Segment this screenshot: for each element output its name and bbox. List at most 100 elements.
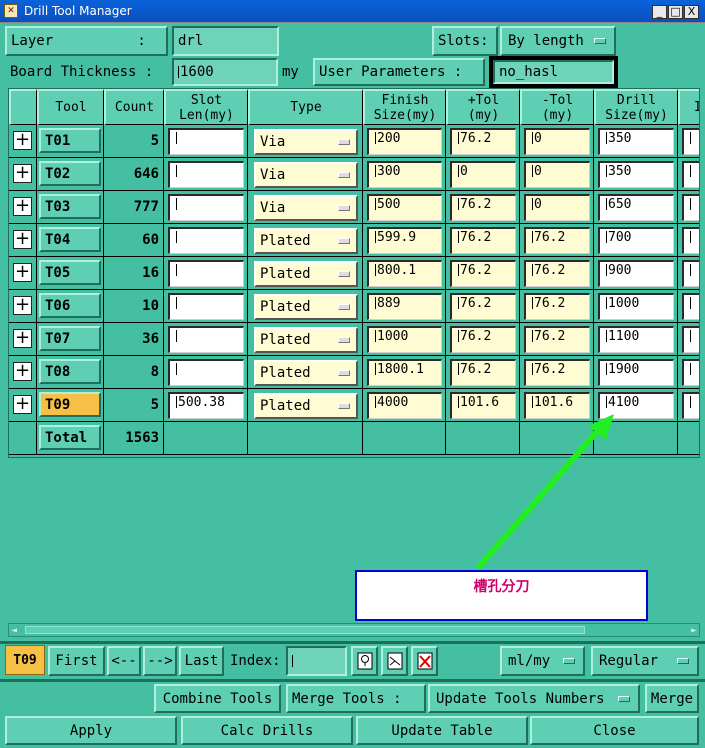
slot-length-input[interactable]: 500.38 [168, 392, 244, 419]
board-thickness-field[interactable]: 1600 [172, 58, 278, 86]
expand-icon[interactable]: + [13, 131, 32, 150]
plus-tol-input[interactable]: 76.2 [450, 359, 516, 386]
prev-button[interactable]: <-- [107, 646, 141, 676]
type-dropdown[interactable]: Via [254, 129, 358, 155]
delete-button[interactable] [411, 646, 438, 676]
slot-length-input[interactable] [168, 260, 244, 287]
tool-button[interactable]: T06 [39, 293, 101, 318]
tool-button[interactable]: T01 [39, 128, 101, 153]
header-count[interactable]: Count [104, 89, 164, 125]
header-slot-len[interactable]: Slot Len(my) [164, 89, 248, 125]
expand-icon[interactable]: + [13, 329, 32, 348]
extra-column-input[interactable] [682, 293, 699, 320]
drill-size-input[interactable]: 1900 [598, 359, 674, 386]
tool-button[interactable]: T07 [39, 326, 101, 351]
type-dropdown[interactable]: Via [254, 162, 358, 188]
drill-size-input[interactable]: 350 [598, 128, 674, 155]
plus-tol-input[interactable]: 76.2 [450, 293, 516, 320]
combine-tools-button[interactable]: Combine Tools [154, 684, 281, 713]
tool-button[interactable]: T09 [39, 392, 101, 417]
drill-size-input[interactable]: 650 [598, 194, 674, 221]
drill-size-input[interactable]: 900 [598, 260, 674, 287]
index-field[interactable] [286, 646, 347, 676]
minus-tol-input[interactable]: 76.2 [524, 326, 590, 353]
plus-tol-input[interactable]: 76.2 [450, 194, 516, 221]
expand-icon[interactable]: + [13, 197, 32, 216]
expand-icon[interactable]: + [13, 362, 32, 381]
slot-length-input[interactable] [168, 128, 244, 155]
type-dropdown[interactable]: Plated [254, 261, 358, 287]
slot-length-input[interactable] [168, 359, 244, 386]
extra-column-input[interactable] [682, 161, 699, 188]
extra-column-input[interactable] [682, 392, 699, 419]
plus-tol-input[interactable]: 76.2 [450, 227, 516, 254]
minus-tol-input[interactable]: 76.2 [524, 359, 590, 386]
finish-size-input[interactable]: 889 [367, 293, 442, 320]
header-extra[interactable]: I [678, 89, 699, 125]
scroll-left-icon[interactable]: ◄ [11, 625, 17, 636]
minus-tol-input[interactable]: 101.6 [524, 392, 590, 419]
header-drill-size[interactable]: Drill Size(my) [594, 89, 678, 125]
minus-tol-input[interactable]: 76.2 [524, 227, 590, 254]
merge-button[interactable]: Merge [645, 684, 699, 713]
slot-length-input[interactable] [168, 293, 244, 320]
layer-field[interactable]: drl [172, 26, 279, 56]
extra-column-input[interactable] [682, 326, 699, 353]
close-window-button[interactable]: X [684, 5, 699, 19]
expand-icon[interactable]: + [13, 230, 32, 249]
minimize-button[interactable]: _ [652, 5, 667, 19]
close-button[interactable]: Close [530, 716, 699, 745]
plus-tol-input[interactable]: 0 [450, 161, 516, 188]
finish-size-input[interactable]: 599.9 [367, 227, 442, 254]
units-dropdown[interactable]: ml/my [500, 646, 585, 676]
extra-column-input[interactable] [682, 260, 699, 287]
plus-tol-input[interactable]: 76.2 [450, 260, 516, 287]
maximize-button[interactable]: □ [668, 5, 683, 19]
plus-tol-input[interactable]: 101.6 [450, 392, 516, 419]
tool-button[interactable]: T08 [39, 359, 101, 384]
header-minus-tol[interactable]: -Tol (my) [520, 89, 594, 125]
expand-icon[interactable]: + [13, 164, 32, 183]
tool-button[interactable]: T03 [39, 194, 101, 219]
expand-icon[interactable]: + [13, 395, 32, 414]
slot-length-input[interactable] [168, 227, 244, 254]
finish-size-input[interactable]: 1800.1 [367, 359, 442, 386]
slot-length-input[interactable] [168, 161, 244, 188]
header-type[interactable]: Type [248, 89, 363, 125]
update-table-button[interactable]: Update Table [356, 716, 528, 745]
minus-tol-input[interactable]: 0 [524, 161, 590, 188]
type-dropdown[interactable]: Plated [254, 327, 358, 353]
minus-tol-input[interactable]: 0 [524, 128, 590, 155]
finish-size-input[interactable]: 4000 [367, 392, 442, 419]
user-parameters-field[interactable]: no_hasl [493, 60, 614, 84]
lightbulb-button[interactable] [351, 646, 378, 676]
tool-button[interactable]: T02 [39, 161, 101, 186]
header-finish-size[interactable]: Finish Size(my) [363, 89, 446, 125]
drill-size-input[interactable]: 350 [598, 161, 674, 188]
type-dropdown[interactable]: Plated [254, 294, 358, 320]
mode-dropdown[interactable]: Regular [591, 646, 699, 676]
scroll-right-icon[interactable]: ► [691, 625, 697, 636]
finish-size-input[interactable]: 200 [367, 128, 442, 155]
horizontal-scrollbar[interactable]: ◄ ► [8, 623, 700, 637]
slots-dropdown[interactable]: By length [500, 26, 616, 56]
apply-button[interactable]: Apply [5, 716, 177, 745]
finish-size-input[interactable]: 1000 [367, 326, 442, 353]
tool-button[interactable]: T04 [39, 227, 101, 252]
drill-size-input[interactable]: 4100 [598, 392, 674, 419]
plus-tol-input[interactable]: 76.2 [450, 128, 516, 155]
extra-column-input[interactable] [682, 128, 699, 155]
scrollbar-thumb[interactable] [25, 626, 585, 634]
extra-column-input[interactable] [682, 359, 699, 386]
type-dropdown[interactable]: Via [254, 195, 358, 221]
expand-icon[interactable]: + [13, 296, 32, 315]
type-dropdown[interactable]: Plated [254, 228, 358, 254]
extra-column-input[interactable] [682, 194, 699, 221]
calc-drills-button[interactable]: Calc Drills [181, 716, 353, 745]
last-button[interactable]: Last [179, 646, 224, 676]
header-plus-tol[interactable]: +Tol (my) [446, 89, 520, 125]
slot-length-input[interactable] [168, 194, 244, 221]
first-button[interactable]: First [48, 646, 105, 676]
plus-tol-input[interactable]: 76.2 [450, 326, 516, 353]
tool-button[interactable]: T05 [39, 260, 101, 285]
